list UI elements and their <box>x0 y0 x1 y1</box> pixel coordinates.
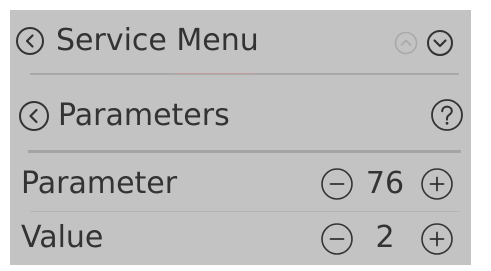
parameters-title: Parameters <box>58 98 230 133</box>
service-menu-title: Service Menu <box>56 23 259 58</box>
parameters-divider <box>28 150 461 153</box>
parameter-value: 76 <box>365 166 405 201</box>
back-icon[interactable] <box>15 26 45 56</box>
parameters-header: Parameters <box>10 83 471 153</box>
value-row: Value 2 <box>10 213 471 265</box>
service-menu-header: Service Menu <box>10 10 471 73</box>
help-icon[interactable] <box>430 98 464 132</box>
increment-icon[interactable] <box>420 167 454 201</box>
parameter-row: Parameter 76 <box>10 159 471 211</box>
value-value: 2 <box>375 220 395 255</box>
value-label: Value <box>21 220 104 255</box>
parameter-label: Parameter <box>21 166 178 201</box>
scroll-down-icon[interactable] <box>426 29 454 57</box>
back-icon[interactable] <box>18 100 50 132</box>
decrement-icon[interactable] <box>320 167 354 201</box>
service-menu-panel: Service Menu Parameters Parameter 76 Val… <box>10 10 471 265</box>
increment-icon[interactable] <box>420 222 454 256</box>
header-accent-line <box>175 73 255 74</box>
decrement-icon[interactable] <box>320 222 354 256</box>
row-divider <box>30 211 459 212</box>
scroll-up-icon[interactable] <box>394 31 418 55</box>
